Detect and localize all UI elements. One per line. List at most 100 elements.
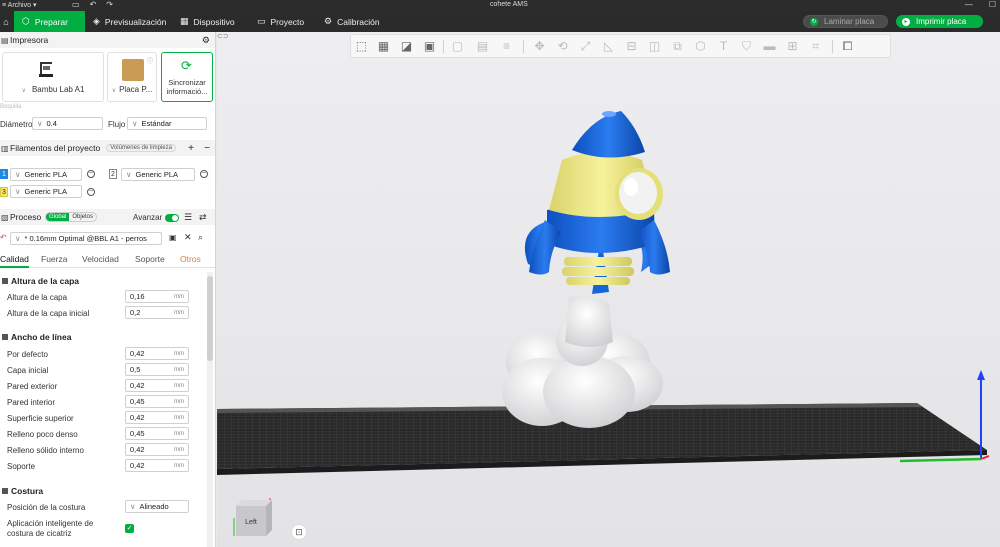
filament-icon: ▥ bbox=[1, 143, 9, 153]
param-label: Altura de la capa bbox=[7, 293, 68, 302]
scrollbar-thumb[interactable] bbox=[207, 276, 213, 361]
advanced-label: Avanzar bbox=[133, 213, 163, 222]
compare-icon[interactable]: ⇄ bbox=[199, 212, 207, 223]
filament-3-remove-icon[interactable]: − bbox=[87, 188, 95, 196]
print-plate-button[interactable]: ▸ Imprimir placa bbox=[896, 15, 983, 28]
printer-section-header: ▤ Impresora ⚙ bbox=[0, 32, 215, 48]
device-icon: ▦ bbox=[180, 16, 189, 26]
tab-previsualizacion[interactable]: ◈ Previsualización bbox=[85, 11, 174, 32]
param-label: Pared exterior bbox=[7, 382, 58, 391]
slice-icon: ↻ bbox=[810, 17, 818, 26]
info-icon[interactable]: ⓘ bbox=[147, 56, 153, 65]
layers-icon: ◈ bbox=[93, 16, 100, 26]
filaments-section-header: ▥ Filamentos del proyecto Volúmenes de l… bbox=[0, 140, 215, 156]
process-icon: ▧ bbox=[1, 212, 9, 222]
save-preset-icon[interactable]: ▣ bbox=[169, 233, 177, 242]
filament-1-select[interactable]: ∨ Generic PLA bbox=[10, 168, 82, 181]
purge-volumes-button[interactable]: Volúmenes de limpieza bbox=[106, 144, 176, 152]
filament-2-select[interactable]: ∨ Generic PLA bbox=[121, 168, 195, 181]
3d-viewport[interactable]: ⊂⊃ ⬚ ▦ ◪ ▣ ▢ ▤ ≡ ✥ ⟲ ⤢ ◺ ⊟ ◫ ⧉ ⬡ T ⛉ ▬ ⊞… bbox=[217, 32, 1000, 547]
support-width-input[interactable]: 0,42 mm bbox=[125, 459, 189, 472]
sidebar: ▤ Impresora ⚙ ∨ Bambu Lab A1 ⓘ ∨ Placa P..… bbox=[0, 32, 216, 547]
scene-canvas[interactable] bbox=[217, 32, 1000, 547]
solid-infill-width-input[interactable]: 0,42 mm bbox=[125, 443, 189, 456]
filament-1-badge[interactable]: 1 bbox=[0, 169, 8, 179]
file-menu[interactable]: ≡ Archivo ▾ bbox=[2, 1, 36, 9]
filament-3-select[interactable]: ∨ Generic PLA bbox=[10, 185, 82, 198]
tab-proyecto[interactable]: ▭ Proyecto bbox=[249, 11, 312, 32]
tab-calibracion[interactable]: ⚙ Calibración bbox=[316, 11, 388, 32]
sparse-infill-width-input[interactable]: 0,45 mm bbox=[125, 427, 189, 440]
inner-wall-width-input[interactable]: 0,45 mm bbox=[125, 395, 189, 408]
search-icon[interactable]: ⌕ bbox=[198, 232, 203, 243]
param-label: Relleno poco denso bbox=[7, 430, 78, 439]
cloud-model bbox=[502, 296, 663, 428]
initial-layer-height-input[interactable]: 0,2 mm bbox=[125, 306, 189, 319]
print-icon: ▸ bbox=[902, 17, 910, 26]
diameter-label: Diámetro bbox=[0, 120, 33, 129]
param-label: Soporte bbox=[7, 462, 36, 471]
view-cube[interactable]: Left bbox=[232, 498, 272, 538]
undo-icon[interactable]: ↶ bbox=[90, 0, 97, 9]
outer-wall-width-input[interactable]: 0,42 mm bbox=[125, 379, 189, 392]
printer-card[interactable]: ∨ Bambu Lab A1 bbox=[2, 52, 104, 102]
fit-view-icon[interactable]: ⊡ bbox=[291, 524, 307, 540]
advanced-toggle[interactable] bbox=[165, 214, 179, 222]
sync-info-button[interactable]: ⟳ Sincronizar informació... bbox=[161, 52, 213, 102]
scope-switch[interactable]: Global Objetos bbox=[45, 212, 98, 222]
tab-fuerza[interactable]: Fuerza bbox=[41, 254, 67, 264]
layer-height-input[interactable]: 0,16 mm bbox=[125, 290, 189, 303]
process-tabs: Calidad Fuerza Velocidad Soporte Otros bbox=[0, 252, 215, 268]
filament-1-remove-icon[interactable]: − bbox=[87, 170, 95, 178]
sidebar-scrollbar[interactable] bbox=[207, 272, 213, 547]
delete-preset-icon[interactable]: ✕ bbox=[184, 232, 192, 243]
seam-icon bbox=[2, 488, 8, 494]
remove-filament-button[interactable]: − bbox=[204, 143, 210, 154]
layer-height-group: Altura de la capa bbox=[0, 276, 79, 286]
save-icon[interactable]: ▭ bbox=[72, 0, 80, 9]
nozzle-group-label: Boquilla bbox=[0, 104, 22, 110]
scope-global[interactable]: Global bbox=[46, 213, 70, 221]
param-label: Superficie superior bbox=[7, 414, 74, 423]
tab-velocidad[interactable]: Velocidad bbox=[82, 254, 119, 264]
smart-scarf-label: Aplicación inteligente de costura de cic… bbox=[7, 519, 94, 538]
project-icon: ▭ bbox=[257, 16, 266, 26]
document-title: cohete AMS bbox=[490, 1, 528, 8]
process-preset-select[interactable]: ∨ * 0.16mm Optimal @BBL A1 - perros bbox=[10, 232, 162, 245]
flow-select[interactable]: ∨ Estándar bbox=[127, 117, 207, 130]
top-surface-width-input[interactable]: 0,42 mm bbox=[125, 411, 189, 424]
filament-2-remove-icon[interactable]: − bbox=[200, 170, 208, 178]
tab-dispositivo[interactable]: ▦ Dispositivo bbox=[172, 11, 243, 32]
list-icon[interactable]: ☰ bbox=[184, 212, 192, 223]
plate-label: Placa P... bbox=[119, 85, 153, 94]
seam-group: Costura bbox=[0, 486, 43, 496]
printer-settings-icon[interactable]: ⚙ bbox=[202, 35, 210, 46]
printer-icon: ▤ bbox=[1, 35, 9, 45]
rocket-model bbox=[524, 111, 670, 294]
cube-icon: ⬡ bbox=[22, 16, 30, 26]
redo-icon[interactable]: ↷ bbox=[106, 0, 113, 9]
tab-soporte[interactable]: Soporte bbox=[135, 254, 165, 264]
line-width-icon bbox=[2, 334, 8, 340]
param-label: Por defecto bbox=[7, 350, 48, 359]
minimize-icon[interactable]: — bbox=[965, 0, 973, 9]
scope-objects[interactable]: Objetos bbox=[69, 213, 96, 221]
plate-card[interactable]: ⓘ ∨ Placa P... bbox=[107, 52, 157, 102]
tab-calidad[interactable]: Calidad bbox=[0, 254, 29, 268]
smart-scarf-checkbox[interactable]: ✓ bbox=[125, 524, 134, 533]
default-width-input[interactable]: 0,42 mm bbox=[125, 347, 189, 360]
tab-preparar[interactable]: ⬡ Preparar bbox=[14, 11, 85, 32]
initial-layer-width-input[interactable]: 0,5 mm bbox=[125, 363, 189, 376]
tab-otros[interactable]: Otros bbox=[180, 254, 201, 264]
printer-3d-icon bbox=[39, 62, 53, 77]
param-label: Relleno sólido interno bbox=[7, 446, 84, 455]
seam-position-select[interactable]: ∨ Alineado bbox=[125, 500, 189, 513]
diameter-select[interactable]: ∨ 0.4 bbox=[32, 117, 103, 130]
printer-name: Bambu Lab A1 bbox=[31, 85, 85, 94]
filament-3-badge[interactable]: 3 bbox=[0, 187, 8, 197]
maximize-icon[interactable]: ☐ bbox=[989, 0, 996, 9]
home-icon[interactable]: ⌂ bbox=[0, 11, 12, 32]
add-filament-button[interactable]: + bbox=[188, 143, 194, 154]
filament-2-badge[interactable]: 2 bbox=[109, 169, 117, 179]
slice-plate-button[interactable]: ↻ Laminar placa bbox=[803, 15, 888, 28]
